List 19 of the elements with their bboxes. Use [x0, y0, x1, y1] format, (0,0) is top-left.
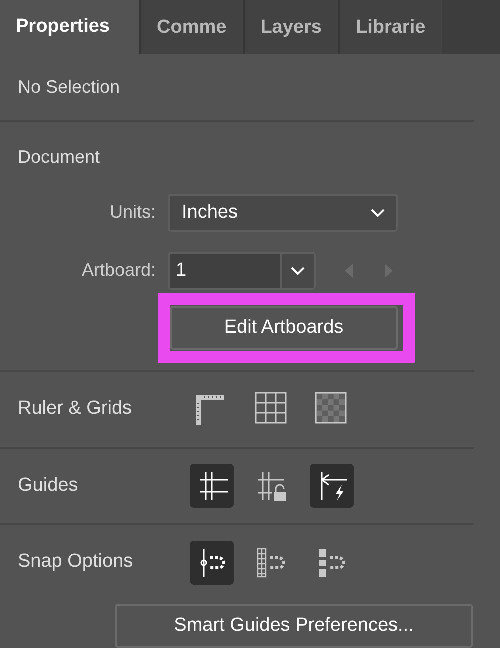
section-title: Snap Options: [17, 550, 134, 574]
panel-tab[interactable]: Comme: [139, 0, 243, 54]
units-dropdown[interactable]: Inches: [168, 194, 398, 232]
smart-guides-preferences-button[interactable]: Smart Guides Preferences...: [115, 604, 473, 648]
edit-artboards-button[interactable]: Edit Artboards: [170, 306, 398, 350]
section-title: Ruler & Grids: [17, 396, 134, 421]
section-title: Document: [18, 146, 100, 170]
field-label: Units:: [108, 201, 157, 224]
smart-guides-icon[interactable]: [310, 464, 354, 508]
panel-tab[interactable]: Properties: [0, 0, 139, 54]
snap-point-icon[interactable]: [190, 540, 234, 585]
field-label: Artboard:: [80, 259, 157, 282]
panel-tab[interactable]: Librarie: [338, 0, 442, 54]
section-title: Guides: [17, 474, 80, 498]
chevron-icon: [370, 208, 386, 218]
selection-status: No Selection: [18, 76, 120, 99]
artboard-field[interactable]: 1: [168, 252, 316, 290]
panel-tab[interactable]: Layers: [242, 0, 338, 54]
guides-icon[interactable]: [190, 464, 234, 508]
